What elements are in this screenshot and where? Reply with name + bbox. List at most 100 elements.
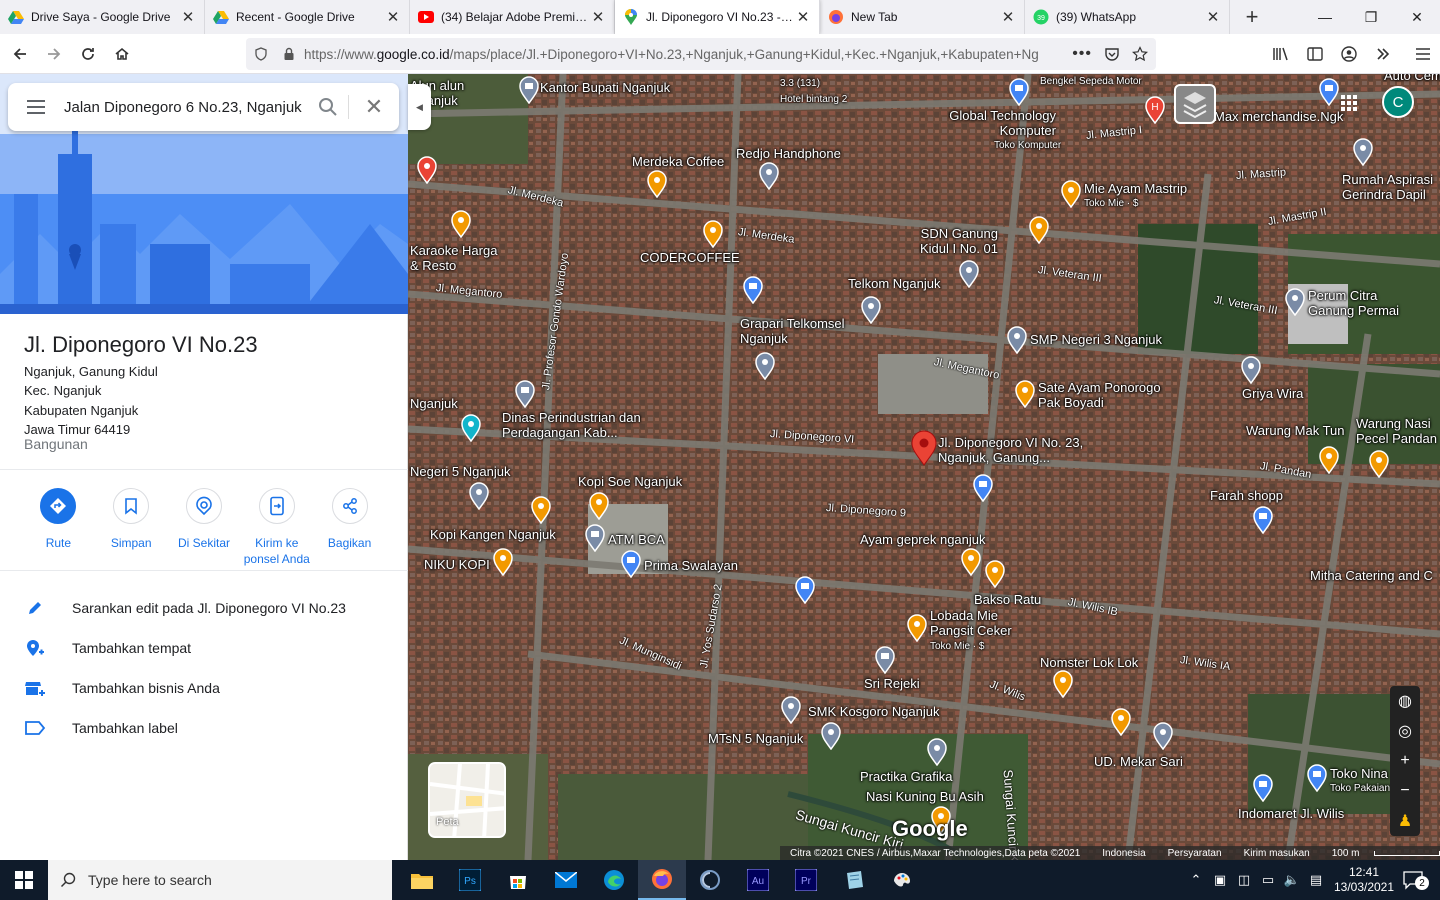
pegman-street-view-icon[interactable]: ♟ — [1398, 806, 1412, 836]
map-place-label[interactable]: Redjo Handphone — [736, 146, 841, 161]
close-tab-icon[interactable]: ✕ — [795, 8, 811, 26]
my-location-icon[interactable]: ◎ — [1398, 716, 1412, 746]
place-pin-icon[interactable] — [1352, 138, 1374, 166]
food-pin-icon[interactable] — [1368, 450, 1390, 478]
browser-tab[interactable]: 39 (39) WhatsApp ✕ — [1025, 0, 1230, 34]
directions-button[interactable]: Rute — [22, 488, 95, 567]
map-place-label[interactable]: Indomaret Jl. Wilis — [1238, 806, 1344, 821]
gov-building-pin-icon[interactable] — [514, 380, 536, 408]
add-business-link[interactable]: Tambahkan bisnis Anda — [0, 668, 408, 708]
map-place-label[interactable]: Warung Nasi Pecel Pandan — [1356, 416, 1440, 446]
place-pin-icon[interactable] — [874, 646, 896, 674]
shopping-pin-icon[interactable] — [742, 276, 764, 304]
taskbar-clock[interactable]: 12:41 13/03/2021 — [1328, 865, 1400, 895]
chevron-up-icon[interactable]: ⌃ — [1184, 872, 1208, 888]
add-label-link[interactable]: Tambahkan label — [0, 708, 408, 748]
map-place-label[interactable]: Lobada Mie Pangsit Ceker — [930, 608, 1030, 638]
audition-icon[interactable]: Au — [734, 860, 782, 900]
search-input[interactable]: Jalan Diponegoro 6 No.23, Nganjuk — [64, 99, 308, 116]
shopping-pin-icon[interactable] — [1252, 774, 1274, 802]
map-place-label[interactable]: Perum Citra Ganung Permai — [1308, 288, 1418, 318]
map-place-label[interactable]: Negeri 5 Nganjuk — [410, 464, 510, 479]
footer-link-feedback[interactable]: Kirim masukan — [1244, 848, 1310, 859]
premiere-icon[interactable]: Pr — [782, 860, 830, 900]
nearby-button[interactable]: Di Sekitar — [168, 488, 241, 567]
school-pin-icon[interactable] — [468, 482, 490, 510]
map-place-label[interactable]: Bakso Ratu — [974, 592, 1041, 607]
gov-building-pin-icon[interactable] — [518, 76, 540, 104]
map-place-label[interactable]: Kopi Soe Nganjuk — [578, 474, 682, 489]
map-place-label[interactable]: Prima Swalayan — [644, 558, 738, 573]
selected-place-label[interactable]: Jl. Diponegoro VI No. 23, Nganjuk, Ganun… — [938, 435, 1088, 465]
keyboard-icon[interactable]: ▤ — [1304, 872, 1328, 888]
map-place-label[interactable]: Merdeka Coffee — [632, 154, 724, 169]
school-pin-icon[interactable] — [1006, 326, 1028, 354]
map-place-label[interactable]: CODERCOFFEE — [640, 250, 740, 265]
footer-link-terms[interactable]: Persyaratan — [1168, 848, 1222, 859]
library-icon[interactable] — [1264, 38, 1298, 70]
map-place-label[interactable]: Warung Mak Tun — [1246, 423, 1345, 438]
meet-now-icon[interactable]: ◫ — [1232, 872, 1256, 888]
map-place-label[interactable]: Practika Grafika — [860, 769, 952, 784]
menu-icon[interactable] — [8, 99, 64, 115]
windows-start-button[interactable] — [0, 860, 48, 900]
forward-button[interactable] — [38, 38, 70, 70]
globe-view-icon[interactable]: ◍ — [1398, 686, 1412, 716]
atm-pin-icon[interactable] — [584, 524, 606, 552]
search-icon[interactable] — [308, 97, 348, 117]
map-place-label[interactable]: Dinas Perindustrian dan Perdagangan Kab.… — [502, 410, 662, 440]
close-tab-icon[interactable]: ✕ — [590, 8, 606, 26]
save-button[interactable]: Simpan — [95, 488, 168, 567]
place-pin-icon[interactable] — [758, 162, 780, 190]
close-tab-icon[interactable]: ✕ — [1000, 8, 1016, 26]
map-place-label[interactable]: SDN Ganung Kidul I No. 01 — [908, 226, 998, 256]
map-place-label[interactable]: Nomster Lok Lok — [1040, 655, 1138, 670]
close-tab-icon[interactable]: ✕ — [385, 8, 401, 26]
map-place-label[interactable]: SMK Kosgoro Nganjuk — [808, 704, 940, 719]
notification-center-button[interactable]: 2 — [1400, 870, 1440, 890]
zoom-in-button[interactable]: + — [1400, 746, 1409, 776]
shopping-pin-icon[interactable] — [972, 474, 994, 502]
food-pin-icon[interactable] — [906, 614, 928, 642]
browser-tab[interactable]: (34) Belajar Adobe Premiere ✕ — [410, 0, 615, 34]
place-pin-icon[interactable] — [926, 738, 948, 766]
notes-icon[interactable] — [830, 860, 878, 900]
map-place-label[interactable]: Sate Ayam Ponorogo Pak Boyadi — [1038, 380, 1178, 410]
add-place-link[interactable]: Tambahkan tempat — [0, 628, 408, 668]
place-pin-icon[interactable] — [1152, 722, 1174, 750]
network-icon[interactable]: ▭ — [1256, 872, 1280, 888]
more-actions-icon[interactable]: ••• — [1072, 45, 1092, 63]
food-pin-icon[interactable] — [1318, 446, 1340, 474]
cafe-pin-icon[interactable] — [530, 496, 552, 524]
map-type-toggle[interactable]: Peta — [428, 762, 506, 838]
cafe-pin-icon[interactable] — [646, 170, 668, 198]
map-place-label[interactable]: ATM BCA — [608, 532, 665, 547]
map-place-label[interactable]: Griya Wira — [1242, 386, 1303, 401]
maps-search-box[interactable]: Jalan Diponegoro 6 No.23, Nganjuk ✕ — [8, 83, 399, 131]
cafe-pin-icon[interactable] — [1028, 216, 1050, 244]
attraction-pin-icon[interactable] — [460, 414, 482, 442]
karaoke-pin-icon[interactable] — [450, 210, 472, 238]
cafe-pin-icon[interactable] — [492, 548, 514, 576]
photoshop-icon[interactable]: Ps — [446, 860, 494, 900]
hospital-pin-icon[interactable]: H — [1144, 96, 1166, 124]
place-pin-icon[interactable] — [820, 722, 842, 750]
map-place-label[interactable]: UD. Mekar Sari — [1094, 754, 1183, 769]
url-text[interactable]: https://www.google.co.id/maps/place/Jl.+… — [304, 47, 1072, 62]
satellite-map[interactable]: Kantor Bupati Nganjuk 3.3 (131) Hotel bi… — [408, 74, 1440, 860]
place-pin-icon[interactable] — [1240, 356, 1262, 384]
map-place-label[interactable]: Bengkel Sepeda Motor — [1040, 74, 1142, 89]
edge-icon[interactable] — [590, 860, 638, 900]
footer-link-country[interactable]: Indonesia — [1102, 848, 1145, 859]
food-pin-icon[interactable] — [1060, 180, 1082, 208]
map-place-label[interactable]: Kopi Kangen Nganjuk — [430, 527, 556, 542]
food-pin-icon[interactable] — [984, 560, 1006, 588]
map-place-label[interactable]: Ayam geprek nganjuk — [860, 532, 986, 547]
bookmark-star-icon[interactable] — [1132, 46, 1148, 62]
file-explorer-icon[interactable] — [398, 860, 446, 900]
browser-tab[interactable]: Jl. Diponegoro VI No.23 - Goo ✕ — [615, 0, 820, 34]
map-place-label[interactable]: Nganjuk — [410, 396, 458, 411]
app-icon[interactable] — [686, 860, 734, 900]
map-place-label[interactable]: Global Technology Komputer — [926, 108, 1056, 138]
taskbar-search[interactable]: Type here to search — [48, 860, 392, 900]
